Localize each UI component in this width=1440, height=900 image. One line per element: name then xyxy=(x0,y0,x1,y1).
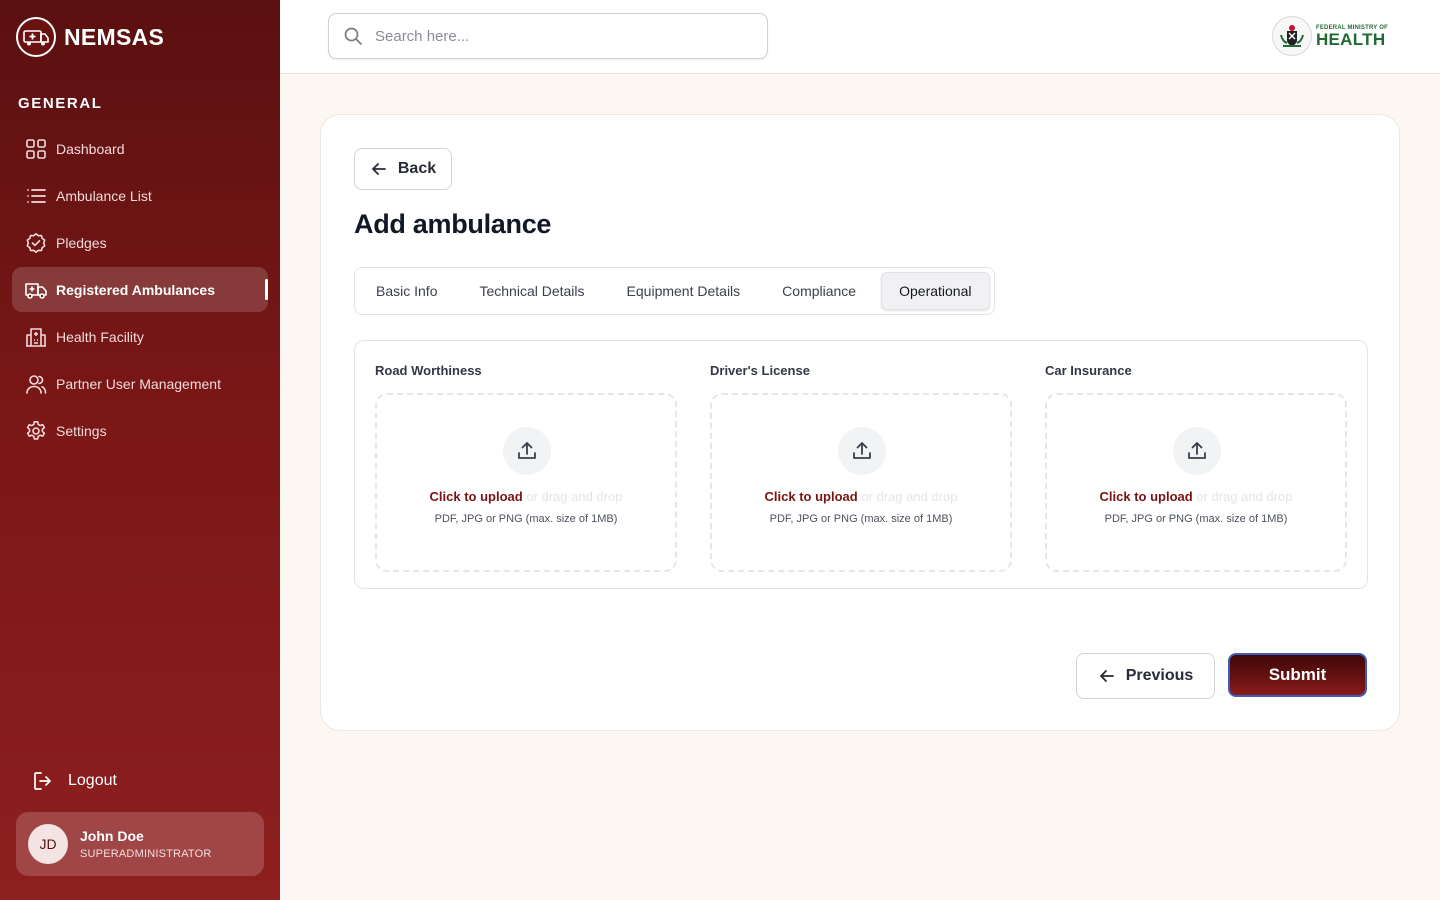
upload-icon xyxy=(503,427,551,475)
sidebar-item-dashboard[interactable]: Dashboard xyxy=(12,126,268,171)
upload-label: Road Worthiness xyxy=(375,363,482,378)
sidebar-item-settings[interactable]: Settings xyxy=(12,408,268,453)
click-to-upload-link[interactable]: Click to upload xyxy=(765,489,858,504)
top-bar: FEDERAL MINISTRY OF HEALTH xyxy=(280,0,1440,74)
arrow-left-icon xyxy=(370,160,388,178)
sidebar-item-label: Dashboard xyxy=(56,140,125,157)
sidebar-item-label: Pledges xyxy=(56,234,107,251)
click-to-upload-link[interactable]: Click to upload xyxy=(430,489,523,504)
sidebar-item-registered-ambulances[interactable]: Registered Ambulances xyxy=(12,267,268,312)
arrow-left-icon xyxy=(1098,667,1116,685)
sidebar-item-label: Health Facility xyxy=(56,328,144,345)
ministry-logo: FEDERAL MINISTRY OF HEALTH xyxy=(1271,16,1388,56)
upload-dropzone[interactable]: Click to upload or drag and drop PDF, JP… xyxy=(375,393,677,572)
sidebar-item-pledges[interactable]: Pledges xyxy=(12,220,268,265)
sidebar-item-label: Registered Ambulances xyxy=(56,281,215,298)
tab-operational[interactable]: Operational xyxy=(881,272,990,310)
upload-icon xyxy=(1173,427,1221,475)
search-box[interactable] xyxy=(328,13,768,59)
grid-icon xyxy=(24,137,48,161)
tab-compliance[interactable]: Compliance xyxy=(765,272,873,310)
back-button[interactable]: Back xyxy=(354,148,452,190)
sidebar-item-label: Ambulance List xyxy=(56,187,152,204)
upload-instruction: Click to upload or drag and drop xyxy=(712,489,1010,504)
sidebar: NEMSAS GENERAL Dashboard Ambulance List … xyxy=(0,0,280,900)
upload-dropzone[interactable]: Click to upload or drag and drop PDF, JP… xyxy=(710,393,1012,572)
list-icon xyxy=(24,184,48,208)
logout-icon xyxy=(32,770,54,792)
badge-check-icon xyxy=(24,231,48,255)
ambulance-icon xyxy=(24,278,48,302)
users-icon xyxy=(24,372,48,396)
add-ambulance-card: Back Add ambulance Basic Info Technical … xyxy=(320,114,1400,731)
ministry-text: FEDERAL MINISTRY OF HEALTH xyxy=(1316,25,1388,48)
user-meta: John Doe SUPERADMINISTRATOR xyxy=(80,828,212,860)
tab-technical-details[interactable]: Technical Details xyxy=(462,272,601,310)
sidebar-item-partner-user-management[interactable]: Partner User Management xyxy=(12,361,268,406)
click-to-upload-link[interactable]: Click to upload xyxy=(1100,489,1193,504)
upload-label: Driver's License xyxy=(710,363,810,378)
sidebar-item-label: Partner User Management xyxy=(56,375,221,392)
search-icon xyxy=(343,26,363,46)
user-name: John Doe xyxy=(80,828,144,844)
coat-of-arms-icon xyxy=(1271,16,1312,56)
logout-label: Logout xyxy=(68,772,117,789)
ministry-title: HEALTH xyxy=(1315,29,1386,49)
avatar: JD xyxy=(28,824,68,864)
upload-hint: PDF, JPG or PNG (max. size of 1MB) xyxy=(1104,513,1288,525)
sidebar-nav: Dashboard Ambulance List Pledges Registe… xyxy=(12,126,268,455)
drag-drop-text: or drag and drop xyxy=(857,489,958,504)
page-title: Add ambulance xyxy=(354,209,552,239)
form-tabs: Basic Info Technical Details Equipment D… xyxy=(354,267,995,315)
upload-road-worthiness: Road Worthiness Click to upload or drag … xyxy=(375,363,677,572)
previous-button[interactable]: Previous xyxy=(1076,653,1215,699)
previous-label: Previous xyxy=(1125,667,1194,684)
nav-section-label: GENERAL xyxy=(18,95,103,112)
brand-name: NEMSAS xyxy=(64,23,165,50)
upload-icon xyxy=(838,427,886,475)
hospital-icon xyxy=(24,325,48,349)
upload-dropzone[interactable]: Click to upload or drag and drop PDF, JP… xyxy=(1045,393,1347,572)
drag-drop-text: or drag and drop xyxy=(1192,489,1293,504)
submit-button[interactable]: Submit xyxy=(1228,653,1367,697)
upload-label: Car Insurance xyxy=(1045,363,1132,378)
brand[interactable]: NEMSAS xyxy=(16,16,164,58)
back-label: Back xyxy=(397,160,437,177)
upload-instruction: Click to upload or drag and drop xyxy=(1047,489,1345,504)
search-input[interactable] xyxy=(375,27,735,45)
nemsas-logo-icon xyxy=(16,17,56,57)
upload-panel: Road Worthiness Click to upload or drag … xyxy=(354,340,1368,589)
logout-button[interactable]: Logout xyxy=(32,770,117,792)
upload-drivers-license: Driver's License Click to upload or drag… xyxy=(710,363,1012,572)
drag-drop-text: or drag and drop xyxy=(522,489,623,504)
upload-hint: PDF, JPG or PNG (max. size of 1MB) xyxy=(434,513,618,525)
gear-icon xyxy=(24,419,48,443)
user-profile-card[interactable]: JD John Doe SUPERADMINISTRATOR xyxy=(16,812,264,876)
user-role: SUPERADMINISTRATOR xyxy=(80,848,212,860)
sidebar-item-ambulance-list[interactable]: Ambulance List xyxy=(12,173,268,218)
upload-hint: PDF, JPG or PNG (max. size of 1MB) xyxy=(769,513,953,525)
upload-instruction: Click to upload or drag and drop xyxy=(377,489,675,504)
sidebar-item-health-facility[interactable]: Health Facility xyxy=(12,314,268,359)
tab-equipment-details[interactable]: Equipment Details xyxy=(610,272,758,310)
tab-basic-info[interactable]: Basic Info xyxy=(359,272,454,310)
upload-car-insurance: Car Insurance Click to upload or drag an… xyxy=(1045,363,1347,572)
sidebar-item-label: Settings xyxy=(56,422,107,439)
